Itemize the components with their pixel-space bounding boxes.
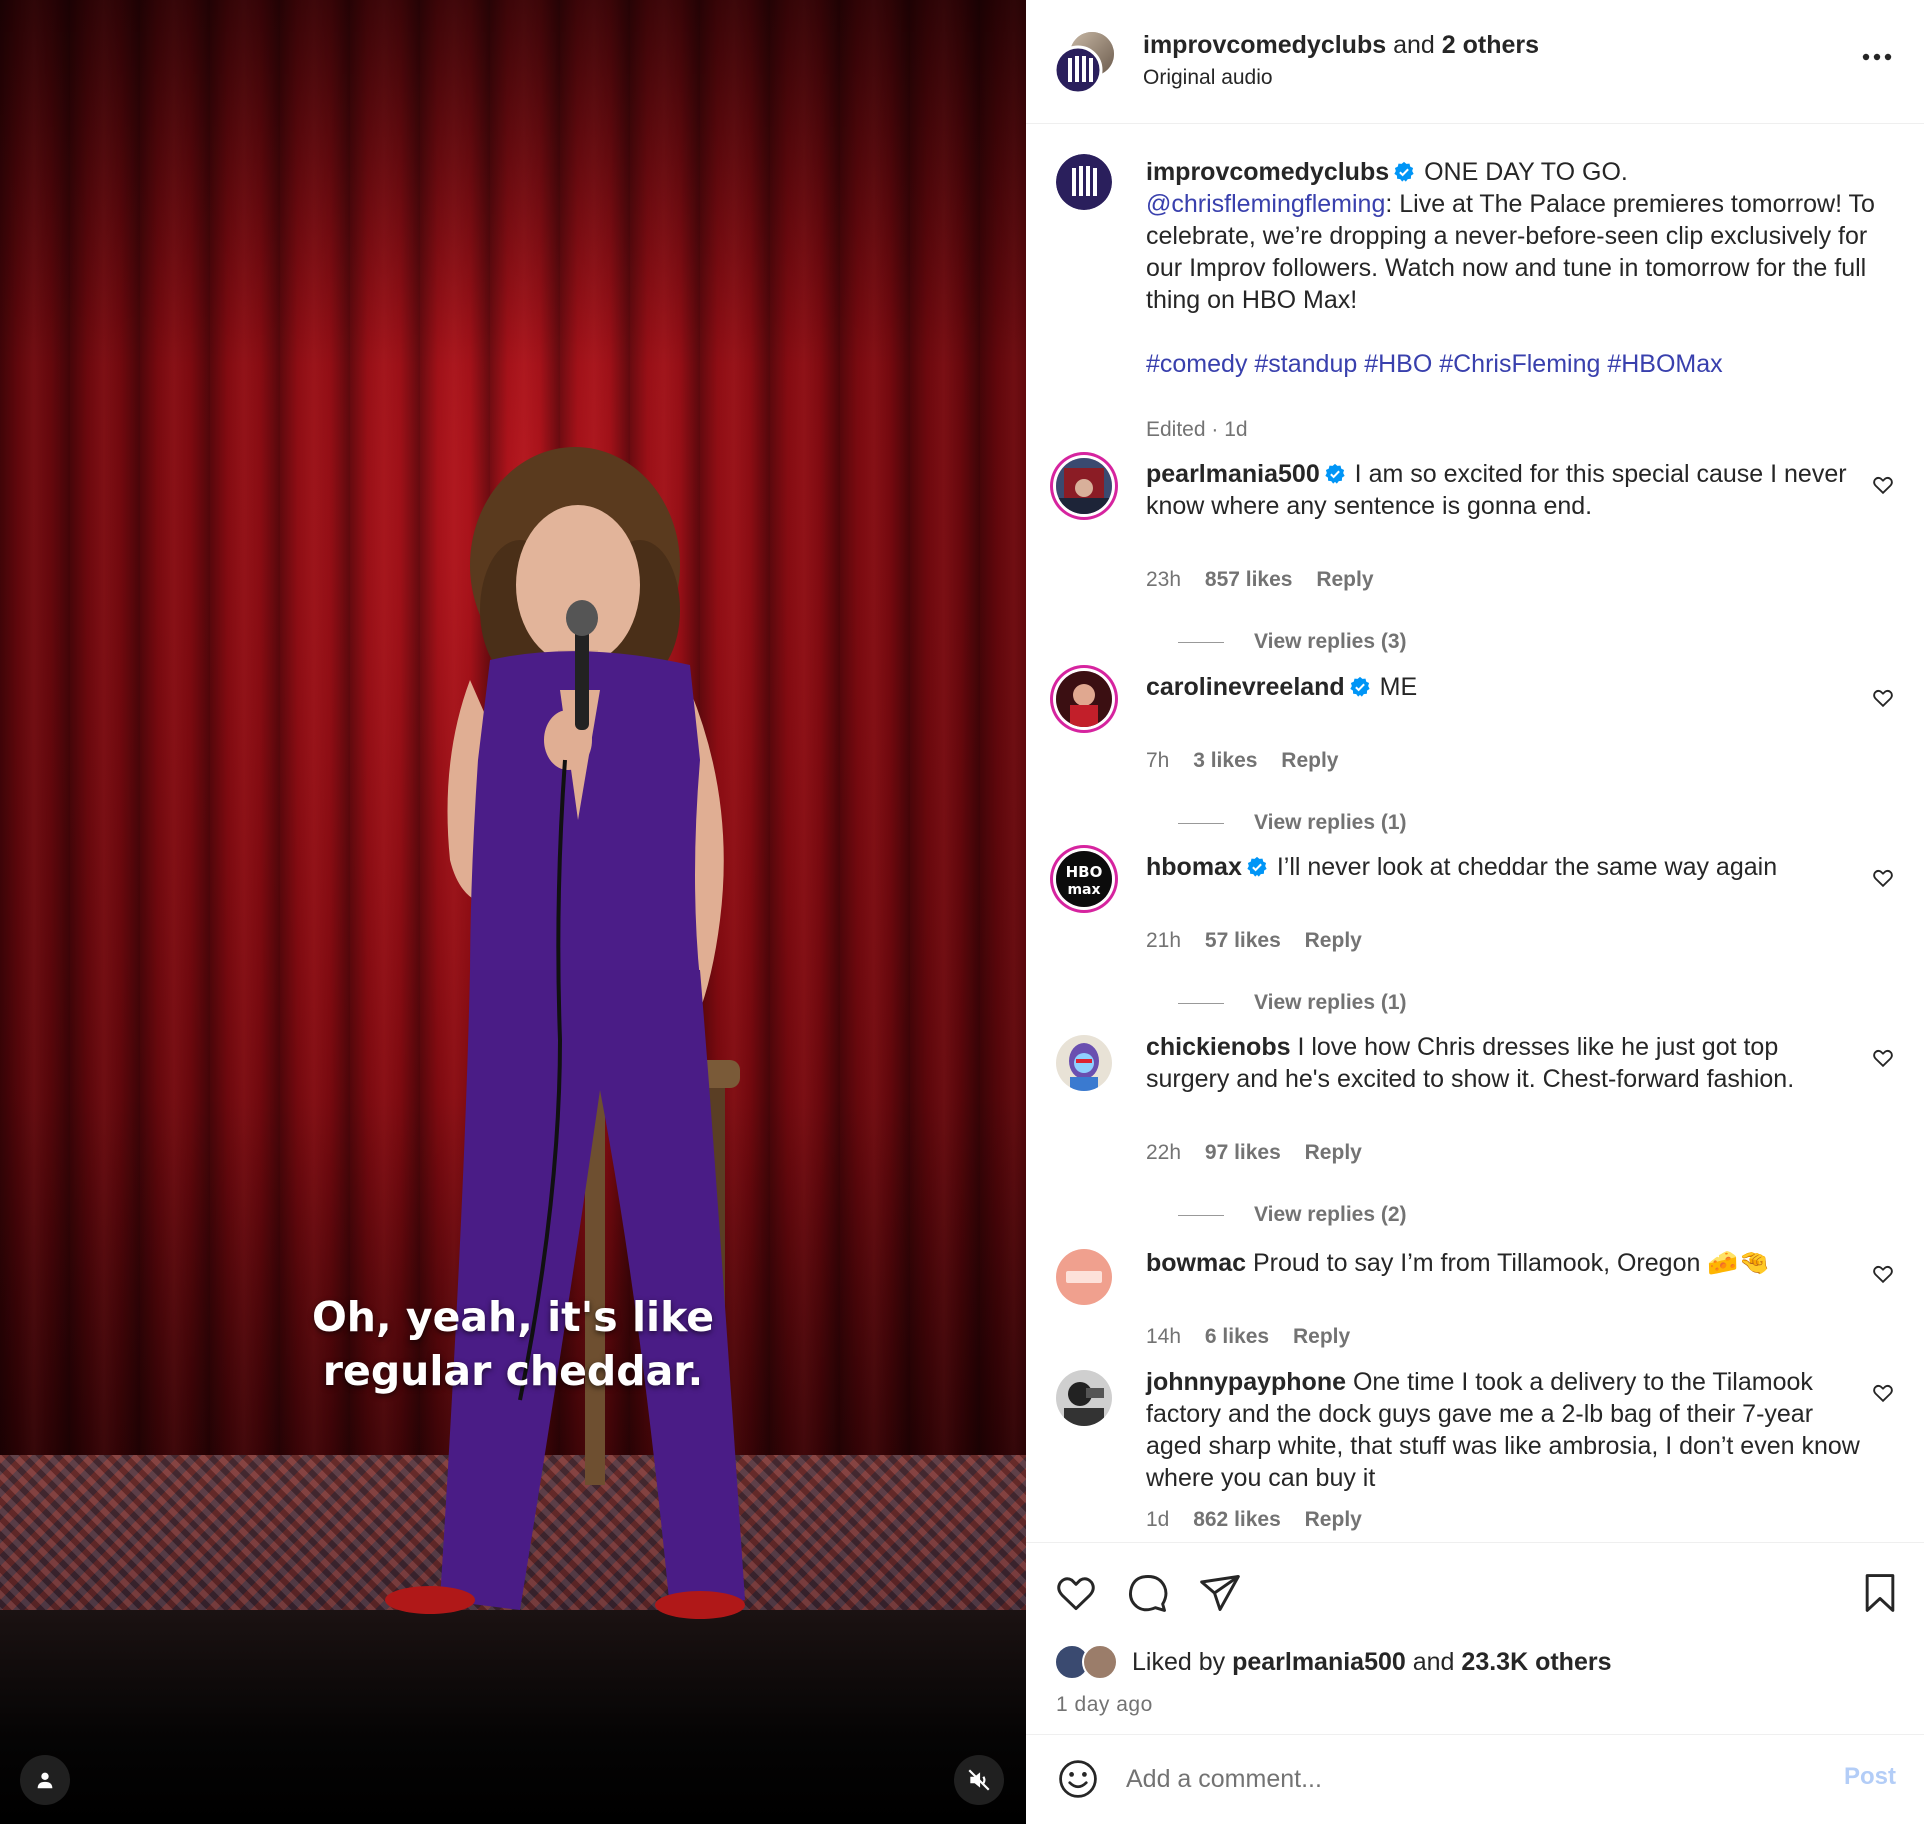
header-and-text: and [1393,31,1435,59]
heart-icon[interactable] [1872,867,1894,889]
comment-reply-button[interactable]: Reply [1305,929,1362,952]
comment-reply-button[interactable]: Reply [1305,1141,1362,1164]
add-comment-bar: Post [1026,1734,1924,1824]
heart-icon[interactable] [1872,1263,1894,1285]
subtitle-line-1: Oh, yeah, it's like [311,1293,715,1341]
improv-logo-avatar [1053,32,1114,95]
comment-reply-button[interactable]: Reply [1305,1508,1362,1531]
comment-username[interactable]: pearlmania500 [1146,460,1320,488]
heart-icon[interactable] [1872,687,1894,709]
comment-time: 14h [1146,1325,1182,1348]
add-comment-input[interactable] [1126,1753,1766,1805]
video-subtitle: Oh, yeah, it's like regular cheddar. [0,1290,1026,1398]
comment-time: 22h [1146,1141,1182,1164]
post-timestamp[interactable]: 1 day ago [1056,1693,1153,1717]
view-replies-button[interactable]: View replies (1) [1178,991,1407,1015]
svg-text:max: max [1067,882,1100,898]
comment-time: 1d [1146,1508,1170,1531]
comment-username[interactable]: bowmac [1146,1249,1246,1277]
comment-username[interactable]: carolinevreeland [1146,673,1345,701]
share-icon[interactable] [1198,1571,1242,1615]
comment-reply-button[interactable]: Reply [1281,749,1338,772]
verified-icon [1350,676,1370,697]
comment-text: Proud to say I’m from Tillamook, Oregon … [1252,1249,1770,1277]
bookmark-icon[interactable] [1858,1571,1902,1615]
performer-figure [385,447,745,1619]
emoji-icon[interactable] [1056,1757,1100,1801]
comment-text: ME [1379,673,1418,701]
view-replies-button[interactable]: View replies (1) [1178,811,1407,835]
verified-icon [1394,161,1414,182]
comment-avatar[interactable] [1056,458,1112,514]
comment-likes[interactable]: 57 likes [1205,929,1281,952]
muted-speaker-icon [968,1769,990,1791]
caption-hashtags[interactable]: #comedy #standup #HBO #ChrisFleming #HBO… [1146,350,1723,378]
caption-mention-link[interactable]: @chrisflemingfleming [1146,190,1385,218]
verified-icon [1325,463,1345,484]
video-player[interactable]: Oh, yeah, it's like regular cheddar. [0,0,1026,1824]
liked-by-label: Liked by [1132,1647,1226,1676]
caption-avatar[interactable] [1056,154,1112,210]
comment-text: I’ll never look at cheddar the same way … [1276,853,1778,881]
mute-toggle-button[interactable] [954,1755,1004,1805]
post-header: improvcomedyclubs and 2 others Original … [1026,0,1924,124]
more-options-button[interactable] [1862,48,1892,66]
caption-line1: ONE DAY TO GO. [1424,158,1628,186]
comment-icon[interactable] [1126,1571,1170,1615]
header-username-link[interactable]: improvcomedyclubs [1143,31,1386,59]
verified-icon [1247,856,1267,877]
liked-by-summary: Liked by pearlmania500 and 23.3K others [1054,1642,1611,1682]
post-details-panel: improvcomedyclubs and 2 others Original … [1026,0,1924,1824]
caption-edited-time: Edited · 1d [1146,418,1248,441]
tagged-users-button[interactable] [20,1755,70,1805]
heart-icon[interactable] [1872,1047,1894,1069]
liked-by-user-link[interactable]: pearlmania500 [1232,1648,1406,1677]
heart-icon[interactable] [1872,474,1894,496]
comment-avatar[interactable] [1056,1035,1112,1091]
comment-likes[interactable]: 862 likes [1193,1508,1281,1531]
collab-avatars[interactable] [1053,30,1116,95]
comment-likes[interactable]: 97 likes [1205,1141,1281,1164]
liked-and-text: and [1412,1647,1455,1676]
comment-avatar[interactable] [1056,1370,1112,1426]
instagram-post-view: Oh, yeah, it's like regular cheddar. imp… [0,0,1924,1824]
heart-icon[interactable] [1054,1571,1098,1615]
comment-avatar[interactable]: HBO max [1056,851,1112,907]
comment-likes[interactable]: 3 likes [1193,749,1257,772]
liked-by-avatars[interactable] [1054,1642,1124,1682]
header-others-link[interactable]: 2 others [1442,31,1539,59]
view-replies-button[interactable]: View replies (2) [1178,1203,1407,1227]
liked-others-link[interactable]: 23.3K others [1461,1648,1611,1677]
comment-time: 7h [1146,749,1170,772]
comments-list[interactable]: improvcomedyclubs ONE DAY TO GO. @chrisf… [1026,124,1924,1542]
heart-icon[interactable] [1872,1382,1894,1404]
view-replies-button[interactable]: View replies (3) [1178,630,1407,654]
post-actions: Liked by pearlmania500 and 23.3K others … [1026,1542,1924,1734]
comment-username[interactable]: hbomax [1146,853,1242,881]
comment-username[interactable]: chickienobs [1146,1033,1291,1061]
comment-avatar[interactable] [1056,671,1112,727]
comment-reply-button[interactable]: Reply [1293,1325,1350,1348]
svg-text:HBO: HBO [1066,863,1103,881]
original-audio-link[interactable]: Original audio [1143,64,1539,92]
comment-avatar[interactable] [1056,1249,1112,1305]
comment-time: 23h [1146,568,1182,591]
user-icon [37,1772,53,1789]
comment-likes[interactable]: 6 likes [1205,1325,1269,1348]
subtitle-line-2: regular cheddar. [322,1347,704,1395]
comment-time: 21h [1146,929,1182,952]
comment-reply-button[interactable]: Reply [1316,568,1373,591]
more-icon [1862,53,1892,61]
comment-likes[interactable]: 857 likes [1205,568,1293,591]
post-comment-button[interactable]: Post [1844,1763,1896,1791]
comment-username[interactable]: johnnypayphone [1146,1368,1346,1396]
caption-username[interactable]: improvcomedyclubs [1146,158,1389,186]
